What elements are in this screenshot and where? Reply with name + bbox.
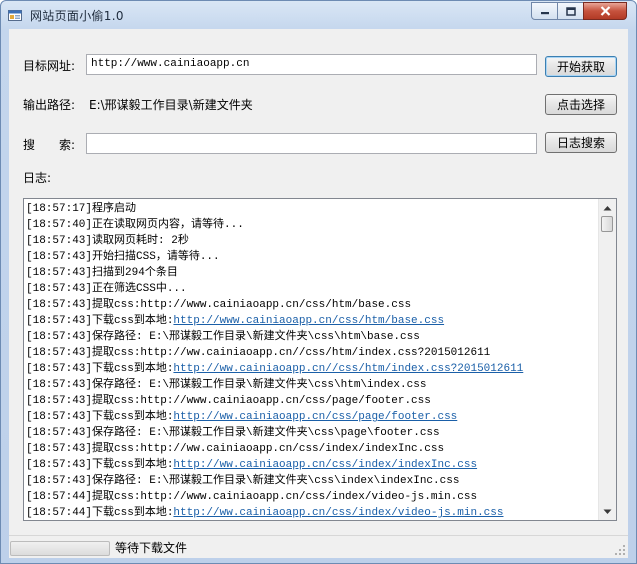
- log-lines: [18:57:17]程序启动 [18:57:40]正在读取网页内容，请等待... […: [26, 201, 600, 520]
- title-bar[interactable]: 网站页面小偷1.0: [1, 1, 636, 29]
- log-line: [18:57:43]保存路径: E:\邢谋毅工作目录\新建文件夹\css\htm…: [26, 377, 600, 393]
- log-line-text: [18:57:43]提取css:http://ww.cainiaoapp.cn/…: [26, 347, 491, 359]
- log-line: [18:57:17]程序启动: [26, 201, 600, 217]
- log-line-text: [18:57:43]保存路径: E:\邢谋毅工作目录\新建文件夹\css\pag…: [26, 427, 440, 439]
- log-line-text: [18:57:44]下载css到本地:: [26, 507, 174, 519]
- log-line: [18:57:40]正在读取网页内容，请等待...: [26, 217, 600, 233]
- log-line-text: [18:57:43]下载css到本地:: [26, 363, 174, 375]
- log-line: [18:57:43]开始扫描CSS，请等待...: [26, 249, 600, 265]
- form-client-area: 目标网址: http://www.cainiaoapp.cn 开始获取 输出路径…: [9, 29, 628, 558]
- window-title: 网站页面小偷1.0: [30, 9, 124, 23]
- output-path-label: 输出路径:: [23, 98, 76, 112]
- app-window-icon: [8, 10, 22, 21]
- status-text: 等待下载文件: [115, 541, 188, 555]
- log-line-text: [18:57:43]保存路径: E:\邢谋毅工作目录\新建文件夹\css\ind…: [26, 475, 460, 487]
- log-line: [18:57:43]提取css:http://ww.cainiaoapp.cn/…: [26, 441, 600, 457]
- log-line-text: [18:57:43]下载css到本地:: [26, 411, 174, 423]
- log-label: 日志:: [23, 171, 52, 185]
- log-line-text: [18:57:17]程序启动: [26, 203, 137, 215]
- download-progress-bar: [10, 541, 110, 556]
- app-window: 网站页面小偷1.0 目标网址: http://www.cainiaoapp.cn…: [0, 0, 637, 564]
- status-bar: 等待下载文件: [9, 535, 628, 558]
- close-icon: [600, 6, 610, 16]
- log-line-text: [18:57:43]提取css:http://www.cainiaoapp.cn…: [26, 299, 412, 311]
- target-url-label: 目标网址:: [23, 59, 76, 73]
- scroll-down-button[interactable]: [599, 503, 616, 520]
- log-line-text: [18:57:43]提取css:http://www.cainiaoapp.cn…: [26, 395, 431, 407]
- log-line-text: [18:57:43]正在筛选CSS中...: [26, 283, 187, 295]
- log-line-text: [18:57:43]扫描到294个条目: [26, 267, 178, 279]
- log-line-text: [18:57:43]保存路径: E:\邢谋毅工作目录\新建文件夹\css\htm…: [26, 379, 427, 391]
- log-line: [18:57:43]正在筛选CSS中...: [26, 281, 600, 297]
- log-line-text: [18:57:40]正在读取网页内容，请等待...: [26, 219, 244, 231]
- log-line: [18:57:44]下载css到本地:http://ww.cainiaoapp.…: [26, 505, 600, 520]
- maximize-button[interactable]: [557, 2, 584, 20]
- scroll-up-button[interactable]: [599, 199, 616, 216]
- choose-path-button[interactable]: 点击选择: [545, 94, 617, 115]
- search-input[interactable]: [86, 133, 537, 154]
- log-line: [18:57:43]下载css到本地:http://www.cainiaoapp…: [26, 313, 600, 329]
- log-line-text: [18:57:43]下载css到本地:: [26, 459, 174, 471]
- log-line-link[interactable]: http://ww.cainiaoapp.cn/css/index/indexI…: [173, 459, 477, 471]
- resize-grip-icon[interactable]: [614, 544, 626, 556]
- log-line: [18:57:43]扫描到294个条目: [26, 265, 600, 281]
- log-line: [18:57:43]保存路径: E:\邢谋毅工作目录\新建文件夹\css\pag…: [26, 425, 600, 441]
- log-line-link[interactable]: http://ww.cainiaoapp.cn/css/index/video-…: [173, 507, 503, 519]
- log-line: [18:57:43]下载css到本地:http://ww.cainiaoapp.…: [26, 457, 600, 473]
- log-line: [18:57:43]读取网页耗时: 2秒: [26, 233, 600, 249]
- maximize-icon: [565, 6, 576, 16]
- close-button[interactable]: [583, 2, 627, 20]
- scroll-thumb[interactable]: [601, 216, 613, 232]
- log-line-text: [18:57:43]读取网页耗时: 2秒: [26, 235, 189, 247]
- log-line: [18:57:43]提取css:http://www.cainiaoapp.cn…: [26, 393, 600, 409]
- log-line: [18:57:43]保存路径: E:\邢谋毅工作目录\新建文件夹\css\htm…: [26, 329, 600, 345]
- log-line: [18:57:43]下载css到本地:http://ww.cainiaoapp.…: [26, 409, 600, 425]
- log-line-text: [18:57:43]开始扫描CSS，请等待...: [26, 251, 220, 263]
- log-vertical-scrollbar[interactable]: [598, 199, 616, 520]
- scroll-down-arrow-icon: [603, 509, 612, 514]
- output-path-value: E:\邢谋毅工作目录\新建文件夹: [89, 98, 253, 112]
- scroll-up-arrow-icon: [603, 205, 612, 210]
- log-line: [18:57:43]提取css:http://www.cainiaoapp.cn…: [26, 297, 600, 313]
- log-line-link[interactable]: http://www.cainiaoapp.cn/css/htm/base.cs…: [173, 315, 444, 327]
- minimize-icon: [540, 12, 549, 15]
- log-line-link[interactable]: http://ww.cainiaoapp.cn//css/htm/index.c…: [173, 363, 523, 375]
- start-fetch-button[interactable]: 开始获取: [545, 56, 617, 77]
- log-textbox[interactable]: [18:57:17]程序启动 [18:57:40]正在读取网页内容，请等待... […: [23, 198, 617, 521]
- log-search-button[interactable]: 日志搜索: [545, 132, 617, 153]
- log-line-text: [18:57:44]提取css:http://www.cainiaoapp.cn…: [26, 491, 478, 503]
- minimize-button[interactable]: [531, 2, 558, 20]
- log-line: [18:57:43]提取css:http://ww.cainiaoapp.cn/…: [26, 345, 600, 361]
- search-label: 搜 索:: [23, 138, 76, 152]
- log-line-text: [18:57:43]保存路径: E:\邢谋毅工作目录\新建文件夹\css\htm…: [26, 331, 420, 343]
- log-line-text: [18:57:43]提取css:http://ww.cainiaoapp.cn/…: [26, 443, 445, 455]
- log-line-link[interactable]: http://ww.cainiaoapp.cn/css/page/footer.…: [173, 411, 457, 423]
- target-url-input[interactable]: http://www.cainiaoapp.cn: [86, 54, 537, 75]
- log-line: [18:57:44]提取css:http://www.cainiaoapp.cn…: [26, 489, 600, 505]
- log-line: [18:57:43]保存路径: E:\邢谋毅工作目录\新建文件夹\css\ind…: [26, 473, 600, 489]
- log-line-text: [18:57:43]下载css到本地:: [26, 315, 174, 327]
- log-line: [18:57:43]下载css到本地:http://ww.cainiaoapp.…: [26, 361, 600, 377]
